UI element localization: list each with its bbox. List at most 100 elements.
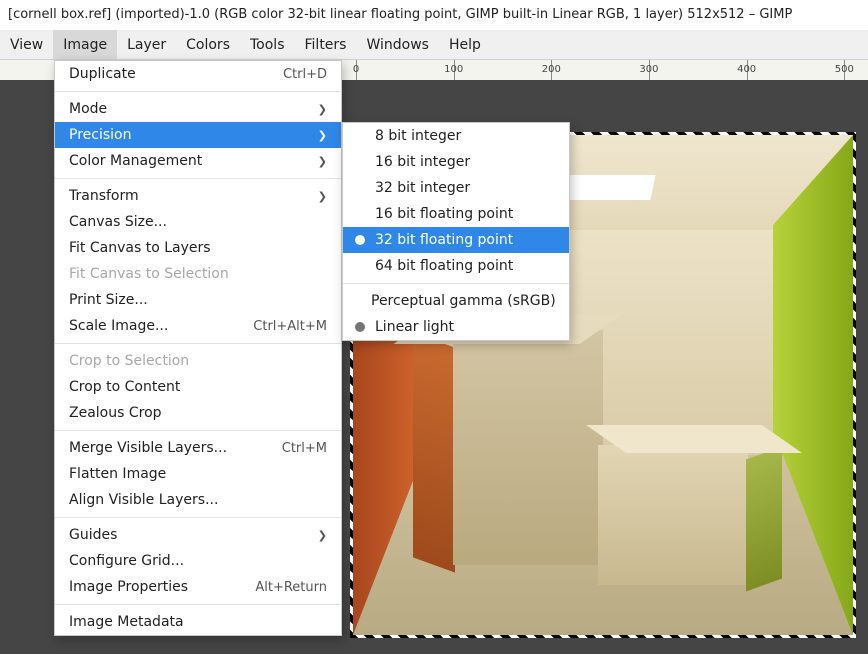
- menu-item-mode[interactable]: Mode ❯: [55, 96, 341, 122]
- tall-box: [453, 330, 603, 565]
- menu-item-label: 32 bit integer: [375, 180, 555, 196]
- ruler-label: 200: [542, 64, 561, 75]
- menu-item-label: Crop to Selection: [69, 353, 327, 369]
- menubar-item-colors[interactable]: Colors: [176, 30, 240, 59]
- menu-item-align-visible-layers[interactable]: Align Visible Layers...: [55, 487, 341, 513]
- menu-item-label: Fit Canvas to Layers: [69, 240, 327, 256]
- menu-item-label: 16 bit floating point: [375, 206, 555, 222]
- menu-item-label: Print Size...: [69, 292, 327, 308]
- menu-item-label: Linear light: [375, 319, 555, 335]
- radio-indicator-icon: [355, 157, 365, 167]
- menu-separator: [55, 178, 341, 179]
- menu-item-32-bit-integer[interactable]: 32 bit integer: [343, 175, 569, 201]
- radio-indicator-icon: [355, 322, 365, 332]
- menu-item-64-bit-floating-point[interactable]: 64 bit floating point: [343, 253, 569, 279]
- menu-item-16-bit-floating-point[interactable]: 16 bit floating point: [343, 201, 569, 227]
- menu-item-scale-image[interactable]: Scale Image... Ctrl+Alt+M: [55, 313, 341, 339]
- menubar-item-windows[interactable]: Windows: [356, 30, 439, 59]
- menu-item-accelerator: Ctrl+Alt+M: [253, 319, 327, 334]
- menu-item-label: Image Metadata: [69, 614, 327, 630]
- chevron-right-icon: ❯: [318, 190, 327, 203]
- menubar-item-filters[interactable]: Filters: [295, 30, 357, 59]
- image-menu-dropdown: DuplicateCtrl+DMode❯Precision❯Color Mana…: [54, 60, 342, 636]
- menubar-item-help[interactable]: Help: [439, 30, 491, 59]
- chevron-right-icon: ❯: [318, 103, 327, 116]
- menu-separator: [55, 91, 341, 92]
- menu-item-image-metadata[interactable]: Image Metadata: [55, 609, 341, 635]
- menu-item-perceptual-gamma-srgb[interactable]: Perceptual gamma (sRGB): [343, 288, 569, 314]
- ruler-label: 0: [353, 64, 359, 75]
- menu-item-label: 64 bit floating point: [375, 258, 555, 274]
- radio-indicator-icon: [355, 131, 365, 141]
- ruler-label: 500: [835, 64, 854, 75]
- menu-item-label: Fit Canvas to Selection: [69, 266, 327, 282]
- menu-item-label: Crop to Content: [69, 379, 327, 395]
- menu-item-fit-canvas-to-selection: Fit Canvas to Selection: [55, 261, 341, 287]
- menu-separator: [55, 430, 341, 431]
- menu-item-zealous-crop[interactable]: Zealous Crop: [55, 400, 341, 426]
- menu-item-fit-canvas-to-layers[interactable]: Fit Canvas to Layers: [55, 235, 341, 261]
- menubar-item-layer[interactable]: Layer: [117, 30, 176, 59]
- menubar-item-image[interactable]: Image: [53, 30, 117, 59]
- menu-item-precision[interactable]: Precision ❯: [55, 122, 341, 148]
- menu-separator: [55, 517, 341, 518]
- ceiling-light: [555, 175, 655, 200]
- menu-item-accelerator: Ctrl+M: [282, 441, 327, 456]
- menu-item-label: Image Properties: [69, 579, 247, 595]
- menu-separator: [55, 604, 341, 605]
- menu-item-label: Flatten Image: [69, 466, 327, 482]
- menu-item-label: Merge Visible Layers...: [69, 440, 274, 456]
- menubar: ViewImageLayerColorsToolsFiltersWindowsH…: [0, 30, 868, 60]
- menu-item-canvas-size[interactable]: Canvas Size...: [55, 209, 341, 235]
- menu-item-accelerator: Ctrl+D: [283, 67, 327, 82]
- radio-indicator-icon: [355, 183, 365, 193]
- menu-item-label: Perceptual gamma (sRGB): [371, 293, 556, 309]
- radio-indicator-icon: [355, 261, 365, 271]
- menu-item-linear-light[interactable]: Linear light: [343, 314, 569, 340]
- menubar-item-view[interactable]: View: [0, 30, 53, 59]
- menu-item-label: Scale Image...: [69, 318, 245, 334]
- precision-submenu: 8 bit integer 16 bit integer 32 bit intege…: [342, 122, 570, 341]
- menu-item-label: 32 bit floating point: [375, 232, 555, 248]
- menu-item-crop-to-content[interactable]: Crop to Content: [55, 374, 341, 400]
- menu-item-print-size[interactable]: Print Size...: [55, 287, 341, 313]
- ruler-label: 400: [737, 64, 756, 75]
- short-box: [598, 445, 748, 585]
- ruler-label: 100: [444, 64, 463, 75]
- menu-item-label: Transform: [69, 188, 310, 204]
- menu-item-accelerator: Alt+Return: [255, 580, 327, 595]
- menu-item-transform[interactable]: Transform ❯: [55, 183, 341, 209]
- menu-separator: [343, 283, 569, 284]
- menu-item-color-management[interactable]: Color Management ❯: [55, 148, 341, 174]
- menu-item-label: Zealous Crop: [69, 405, 327, 421]
- menubar-item-tools[interactable]: Tools: [240, 30, 295, 59]
- chevron-right-icon: ❯: [318, 529, 327, 542]
- menu-item-crop-to-selection: Crop to Selection: [55, 348, 341, 374]
- menu-item-guides[interactable]: Guides ❯: [55, 522, 341, 548]
- menu-item-label: Align Visible Layers...: [69, 492, 327, 508]
- menu-item-label: 16 bit integer: [375, 154, 555, 170]
- menu-item-label: Configure Grid...: [69, 553, 327, 569]
- radio-indicator-icon: [355, 235, 365, 245]
- menu-item-image-properties[interactable]: Image Properties Alt+Return: [55, 574, 341, 600]
- menu-item-16-bit-integer[interactable]: 16 bit integer: [343, 149, 569, 175]
- menu-item-merge-visible-layers[interactable]: Merge Visible Layers... Ctrl+M: [55, 435, 341, 461]
- ruler-label: 300: [639, 64, 658, 75]
- menu-item-8-bit-integer[interactable]: 8 bit integer: [343, 123, 569, 149]
- menu-item-32-bit-floating-point[interactable]: 32 bit floating point: [343, 227, 569, 253]
- menu-item-label: Precision: [69, 127, 310, 143]
- menu-item-label: 8 bit integer: [375, 128, 555, 144]
- radio-indicator-icon: [355, 209, 365, 219]
- menu-item-duplicate[interactable]: DuplicateCtrl+D: [55, 61, 341, 87]
- menu-item-label: Mode: [69, 101, 310, 117]
- menu-item-configure-grid[interactable]: Configure Grid...: [55, 548, 341, 574]
- window-title: [cornell box.ref] (imported)-1.0 (RGB co…: [0, 0, 868, 30]
- menu-item-label: Guides: [69, 527, 310, 543]
- menu-item-flatten-image[interactable]: Flatten Image: [55, 461, 341, 487]
- menu-item-label: Canvas Size...: [69, 214, 327, 230]
- menu-item-label: Color Management: [69, 153, 310, 169]
- chevron-right-icon: ❯: [318, 129, 327, 142]
- menu-separator: [55, 343, 341, 344]
- radio-indicator-icon: [353, 296, 363, 306]
- chevron-right-icon: ❯: [318, 155, 327, 168]
